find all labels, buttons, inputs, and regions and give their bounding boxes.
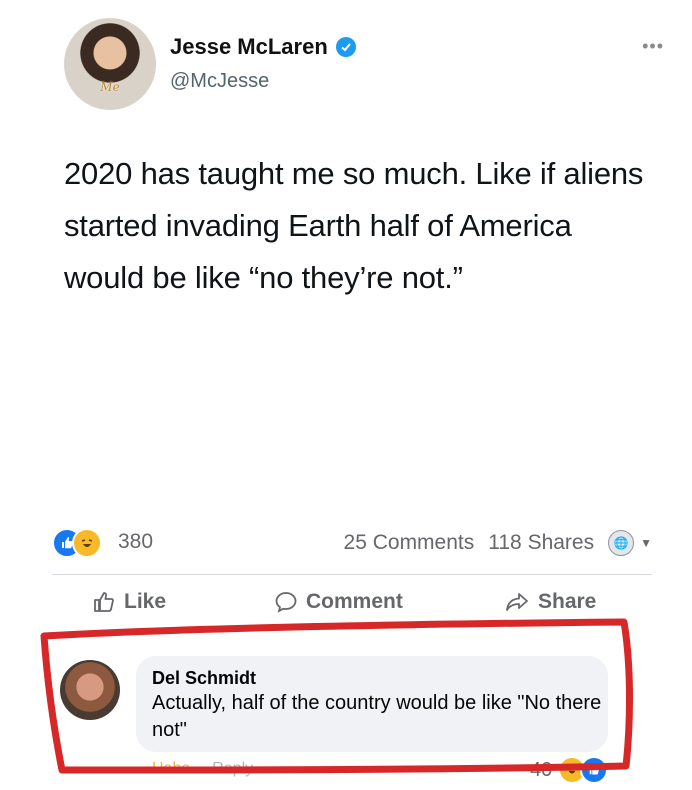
author-display-name[interactable]: Jesse McLaren [170, 34, 328, 60]
author-avatar[interactable]: Me [64, 18, 156, 110]
like-button-label: Like [124, 590, 167, 613]
comment-reaction-count: 40 [530, 758, 553, 781]
comment-footer: Haha Reply [152, 760, 253, 778]
caret-down-icon[interactable]: ▼ [640, 536, 652, 550]
reaction-icons[interactable] [52, 528, 108, 558]
commenter-avatar[interactable] [60, 660, 120, 720]
tweet-text: 2020 has taught me so much. Like if alie… [64, 156, 644, 295]
share-button-label: Share [538, 590, 597, 613]
comment-bubble-icon [275, 592, 297, 613]
comment: Del Schmidt Actually, half of the countr… [60, 656, 620, 786]
haha-reaction-icon [72, 528, 102, 558]
author-name-line: Jesse McLaren [170, 34, 356, 60]
like-button[interactable]: Like [92, 590, 166, 614]
comment-haha-link[interactable]: Haha [152, 760, 190, 778]
commenter-name[interactable]: Del Schmidt [152, 668, 256, 689]
post-stats-row: 380 25 Comments 118 Shares 🌐 ▼ [52, 522, 652, 562]
comment-text: Actually, half of the country would be l… [152, 692, 602, 741]
tweet-header: Me Jesse McLaren @McJesse ••• [64, 18, 664, 118]
avatar-caption: Me [100, 80, 120, 94]
verified-badge-icon [335, 37, 356, 57]
like-reaction-icon [580, 756, 609, 784]
comment-button[interactable]: Comment [274, 590, 403, 614]
author-handle[interactable]: @McJesse [170, 70, 269, 93]
comment-reply-link[interactable]: Reply [212, 760, 253, 778]
comment-bubble: Del Schmidt Actually, half of the countr… [136, 656, 608, 752]
thumbs-up-icon [94, 592, 114, 612]
share-arrow-icon [506, 593, 528, 611]
comment-button-label: Comment [306, 590, 403, 613]
comment-reactions[interactable]: 40 [530, 756, 609, 784]
divider [52, 574, 652, 575]
comments-count[interactable]: 25 Comments [344, 531, 475, 555]
reaction-count[interactable]: 380 [118, 530, 153, 554]
post-actions-row: Like Comment Share [52, 590, 652, 630]
stats-right: 25 Comments 118 Shares 🌐 ▼ [344, 530, 652, 556]
share-button[interactable]: Share [504, 590, 596, 614]
shares-count[interactable]: 118 Shares [488, 531, 594, 555]
ellipsis-icon[interactable]: ••• [642, 36, 664, 57]
globe-icon[interactable]: 🌐 [608, 530, 635, 556]
